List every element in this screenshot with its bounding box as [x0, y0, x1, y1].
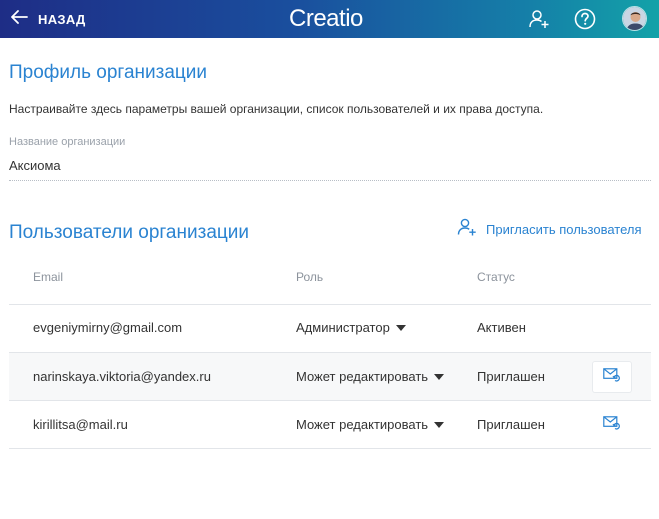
chevron-down-icon — [395, 324, 406, 331]
divider — [9, 400, 651, 401]
role-value: Может редактировать — [296, 369, 429, 384]
help-icon[interactable] — [574, 8, 596, 30]
role-dropdown[interactable]: Администратор — [296, 320, 406, 335]
user-avatar[interactable] — [622, 6, 647, 31]
back-label: НАЗАД — [38, 11, 86, 27]
role-dropdown[interactable]: Может редактировать — [296, 369, 445, 384]
divider — [9, 304, 651, 305]
column-header-email: Email — [33, 270, 64, 284]
add-user-icon[interactable] — [528, 8, 550, 30]
column-header-status: Статус — [477, 270, 515, 284]
user-email: kirillitsa@mail.ru — [33, 417, 128, 432]
column-header-role: Роль — [296, 270, 324, 284]
user-status: Приглашен — [477, 369, 545, 384]
resend-invite-button[interactable] — [593, 362, 631, 392]
users-section-title: Пользователи организации — [9, 222, 249, 243]
page-description: Настраивайте здесь параметры вашей орган… — [9, 102, 544, 116]
role-value: Администратор — [296, 320, 390, 335]
user-status: Приглашен — [477, 417, 545, 432]
role-dropdown[interactable]: Может редактировать — [296, 417, 445, 432]
page-title: Профиль организации — [9, 62, 208, 83]
chevron-down-icon — [434, 373, 445, 380]
role-value: Может редактировать — [296, 417, 429, 432]
divider — [9, 448, 651, 449]
add-user-icon — [457, 217, 477, 242]
top-bar: НАЗАД Creatio — [0, 0, 659, 38]
resend-mail-icon — [603, 415, 621, 435]
resend-mail-icon — [603, 367, 621, 387]
arrow-left-icon — [10, 9, 28, 29]
org-name-label: Название организации — [9, 136, 126, 148]
user-email: narinskaya.viktoria@yandex.ru — [33, 369, 211, 384]
invite-user-button[interactable]: Пригласить пользователя — [457, 218, 642, 240]
logo: Creatio — [289, 5, 363, 32]
user-status: Активен — [477, 320, 526, 335]
resend-invite-button[interactable] — [593, 410, 631, 440]
org-name-field[interactable]: Аксиома — [9, 158, 651, 181]
back-button[interactable]: НАЗАД — [10, 8, 86, 30]
invite-user-label: Пригласить пользователя — [486, 221, 642, 237]
user-email: evgeniymirny@gmail.com — [33, 320, 183, 335]
chevron-down-icon — [434, 421, 445, 428]
